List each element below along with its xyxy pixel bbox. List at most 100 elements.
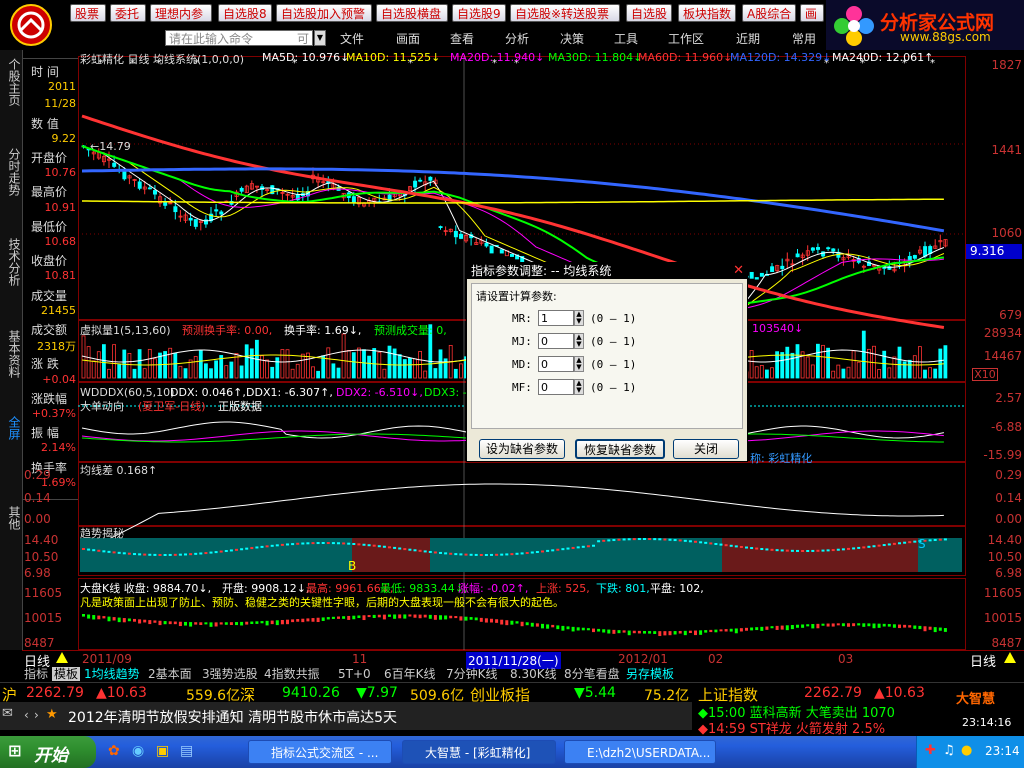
volume-bar <box>127 353 132 379</box>
left-tab[interactable]: 技术分析 <box>2 238 21 286</box>
param-input[interactable]: 1 <box>538 310 574 326</box>
left-tab[interactable]: 全屏 <box>2 416 21 440</box>
bottom-tab[interactable]: 5T+0 <box>338 667 371 681</box>
flower-logo-icon <box>834 6 874 46</box>
dialog-close-icon[interactable]: ✕ <box>733 264 744 278</box>
toolbar-button[interactable]: 自选股 <box>626 4 672 22</box>
index-candle <box>806 624 810 627</box>
left-tab[interactable]: 个股主页 <box>2 58 21 106</box>
left-axis-label: 8487 <box>24 636 55 650</box>
menu-8[interactable]: 常用 <box>792 30 816 47</box>
toolbar-button[interactable]: 委托 <box>110 4 146 22</box>
bottom-tab[interactable]: 6百年K线 <box>384 667 436 681</box>
bottom-tab[interactable]: 指标 <box>24 667 48 681</box>
index-candle <box>622 630 626 633</box>
left-axis-label: 6.98 <box>24 566 51 580</box>
right-period-label[interactable]: 日线 <box>970 651 996 670</box>
param-spinner-icon[interactable]: ▲ ▼ <box>574 333 584 349</box>
toolbar-button[interactable]: 自选股加入预警 <box>276 4 372 22</box>
bottom-tab[interactable]: 8分笔看盘 <box>564 667 620 681</box>
toolbar-button[interactable]: 自选股※转送股票 <box>510 4 620 22</box>
prev-news-icon[interactable]: ‹ <box>24 708 29 722</box>
dialog-title[interactable]: 指标参数调整: -- 均线系统 <box>467 263 747 279</box>
quick-launch-icon-3[interactable]: ▣ <box>156 743 169 759</box>
param-spinner-icon[interactable]: ▲ ▼ <box>574 379 584 395</box>
param-input[interactable]: 0 <box>538 379 574 395</box>
trend-dot <box>734 545 738 548</box>
app-logo-icon[interactable] <box>4 2 58 48</box>
menu-0[interactable]: 文件 <box>340 30 364 47</box>
next-news-icon[interactable]: › <box>34 708 39 722</box>
toolbar-button[interactable]: 自选股横盘 <box>376 4 448 22</box>
command-dropdown-icon[interactable]: ▼ <box>314 30 326 46</box>
star-icon[interactable]: ★ <box>46 707 58 722</box>
index-candle <box>597 628 601 632</box>
menu-2[interactable]: 查看 <box>450 30 474 47</box>
period-up-icon[interactable] <box>56 652 68 663</box>
command-input[interactable]: 请在此输入命令 可 <box>165 30 313 46</box>
menu-7[interactable]: 近期 <box>736 30 760 47</box>
bottom-tab[interactable]: 8.30K线 <box>510 667 557 681</box>
index-candle <box>347 615 351 620</box>
bottom-tab[interactable]: 另存模板 <box>626 667 674 681</box>
index-candle <box>357 615 361 619</box>
left-tab[interactable]: 基本资料 <box>2 330 21 378</box>
toolbar-button[interactable]: 理想内参 <box>150 4 212 22</box>
start-button[interactable]: ⊞ 开始 <box>0 736 96 768</box>
index-candle <box>836 623 840 626</box>
volume-bar <box>423 370 428 379</box>
taskbar-task[interactable]: 大智慧 - [彩虹精化] <box>402 740 556 764</box>
toolbar-button[interactable]: A股综合 <box>742 4 796 22</box>
alert-line-2[interactable]: ◆14:59 ST祥龙 火箭发射 2.5% <box>698 718 885 737</box>
quick-launch-icon-2[interactable]: ◉ <box>132 743 144 759</box>
tray-icon-1[interactable]: ✚ <box>925 743 936 758</box>
toolbar-button[interactable]: 股票 <box>70 4 106 22</box>
bottom-tab[interactable]: 7分钟K线 <box>446 667 498 681</box>
index-candle <box>617 630 621 634</box>
param-input[interactable]: 0 <box>538 333 574 349</box>
index-candle <box>541 623 544 629</box>
menu-6[interactable]: 工作区 <box>668 30 704 47</box>
index-candle <box>224 622 228 625</box>
index-candle <box>178 621 182 627</box>
bottom-tab[interactable]: 2基本面 <box>148 667 192 681</box>
param-input[interactable]: 0 <box>538 356 574 372</box>
set-default-button[interactable]: 设为缺省参数 <box>479 439 565 459</box>
left-tab[interactable]: 其他 <box>2 506 21 530</box>
right-period-up-icon[interactable] <box>1004 652 1016 663</box>
toolbar-button[interactable]: 自选股9 <box>452 4 506 22</box>
menu-4[interactable]: 决策 <box>560 30 584 47</box>
quick-launch-icon-1[interactable]: ✿ <box>108 743 120 759</box>
left-tab[interactable]: 分时走势 <box>2 148 21 196</box>
menu-3[interactable]: 分析 <box>505 30 529 47</box>
trend-dot <box>163 553 167 556</box>
toolbar-button[interactable]: 板块指数 <box>678 4 736 22</box>
quick-launch-icon-4[interactable]: ▤ <box>180 743 193 759</box>
restore-default-button[interactable]: 恢复缺省参数 <box>575 439 665 459</box>
index-candle <box>235 622 238 626</box>
mail-icon[interactable]: ✉ <box>2 706 13 721</box>
news-headline[interactable]: 2012年清明节放假安排通知 清明节股市休市高达5天 <box>68 707 397 727</box>
sidebar-value: 2.14% <box>41 441 76 455</box>
index-candle <box>678 630 682 634</box>
taskbar-task[interactable]: 指标公式交流区 - ... <box>248 740 392 764</box>
trend-dot <box>525 551 529 554</box>
bottom-tab[interactable]: 模板 <box>52 667 81 681</box>
param-spinner-icon[interactable]: ▲ ▼ <box>574 356 584 372</box>
index-candle <box>663 631 667 636</box>
bottom-tab[interactable]: 1均线趋势 <box>84 667 140 681</box>
volume-bar <box>765 369 769 379</box>
menu-5[interactable]: 工具 <box>614 30 638 47</box>
axis-label: 14467 <box>983 349 1022 363</box>
tray-icon-2[interactable]: ♫ <box>943 743 955 758</box>
axis-label: -6.88 <box>990 420 1022 434</box>
menu-1[interactable]: 画面 <box>396 30 420 47</box>
tray-icon-3[interactable]: ● <box>961 743 972 758</box>
toolbar-button[interactable]: 画 <box>800 4 824 22</box>
bottom-tab[interactable]: 4指数共振 <box>264 667 320 681</box>
param-spinner-icon[interactable]: ▲ ▼ <box>574 310 584 326</box>
bottom-tab[interactable]: 3强势选股 <box>202 667 258 681</box>
close-button[interactable]: 关闭 <box>673 439 739 459</box>
toolbar-button[interactable]: 自选股8 <box>218 4 272 22</box>
taskbar-task[interactable]: E:\dzh2\USERDATA... <box>564 740 716 764</box>
